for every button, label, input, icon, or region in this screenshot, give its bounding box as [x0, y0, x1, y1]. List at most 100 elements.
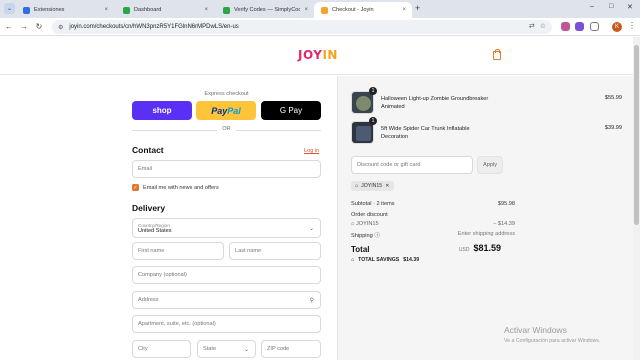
apply-button[interactable]: Apply: [477, 156, 503, 174]
remove-code-icon[interactable]: ✕: [385, 183, 389, 189]
extension-icon[interactable]: [561, 22, 570, 31]
city-field[interactable]: City: [132, 340, 191, 358]
item-name: 5ft Wide Spider Car Trunk Inflatable Dec…: [381, 126, 470, 140]
close-icon[interactable]: ×: [402, 7, 406, 13]
tab-title: Extensiones: [34, 7, 65, 13]
scrollbar-thumb[interactable]: [634, 45, 639, 225]
order-discount-row: Order discount: [351, 212, 503, 218]
total-savings: ⌂ TOTAL SAVINGS $14.39: [351, 257, 419, 263]
extensions-puzzle-icon[interactable]: [590, 22, 599, 31]
translate-icon[interactable]: ⇄: [529, 22, 535, 30]
express-checkout-label: Express checkout: [204, 91, 249, 97]
address-bar[interactable]: ⚙ joyin.com/checkouts/cn/hWN3pnzR5Y1FGln…: [52, 20, 552, 34]
logo-part2: IN: [322, 48, 338, 62]
address-field[interactable]: Address ⚲: [132, 291, 321, 309]
logo-part1: JOY: [298, 48, 323, 62]
login-link[interactable]: Log in: [304, 148, 319, 154]
help-icon[interactable]: ⓘ: [374, 233, 380, 239]
close-icon[interactable]: ×: [104, 7, 108, 13]
delivery-heading: Delivery: [132, 203, 166, 213]
subtotal-label: Subtotal · 2 items: [351, 201, 395, 207]
minimize-button[interactable]: –: [590, 3, 594, 10]
shipping-label: Shipping: [351, 233, 373, 239]
order-summary: 1 Halloween Light-up Zombie Groundbreake…: [337, 76, 633, 360]
shop-pay-button[interactable]: shop: [132, 101, 192, 120]
site-header: JOYIN: [0, 37, 633, 75]
tab-search-icon[interactable]: ⌄: [4, 3, 15, 14]
tag-icon: ⌂: [355, 183, 359, 189]
tab-checkout-joyin[interactable]: Checkout - Joyin ×: [314, 2, 412, 18]
simplycodes-icon: [223, 6, 230, 14]
quantity-badge: 1: [369, 87, 377, 95]
subtotal-value: $95.98: [497, 201, 515, 207]
discount-value: – $14.39: [493, 221, 515, 227]
tab-verify-codes[interactable]: Verify Codes — SimplyCodes ×: [216, 2, 314, 18]
browser-menu-icon[interactable]: ⋮: [628, 21, 636, 30]
tab-dashboard[interactable]: Dashboard ×: [116, 2, 214, 18]
email-field[interactable]: Email: [132, 160, 321, 178]
line-item: 1 5ft Wide Spider Car Trunk Inflatable D…: [351, 117, 636, 145]
watermark-title: Activar Windows: [504, 325, 567, 335]
company-field[interactable]: Company (optional): [132, 266, 321, 284]
browser-toolbar: ← → ↻ ⚙ joyin.com/checkouts/cn/hWN3pnzR5…: [0, 18, 640, 36]
profile-avatar[interactable]: K: [612, 22, 622, 32]
close-icon[interactable]: ×: [304, 7, 308, 13]
paypal-pal: Pal: [227, 105, 241, 116]
back-button[interactable]: ←: [3, 21, 15, 33]
zip-field[interactable]: ZIP code: [261, 340, 321, 358]
country-select[interactable]: Country/Region United States ⌄: [132, 218, 321, 238]
currency-code: USD: [458, 247, 470, 253]
address-placeholder: Address: [138, 297, 159, 303]
maximize-button[interactable]: □: [609, 3, 613, 10]
discount-code-input[interactable]: Discount code or gift card: [351, 156, 473, 174]
close-window-button[interactable]: ✕: [627, 3, 633, 11]
site-info-icon[interactable]: ⚙: [58, 24, 63, 31]
total-amount: USD $81.59: [459, 243, 501, 253]
subtotal-row: Subtotal · 2 items $95.98: [351, 201, 515, 207]
paypal-pay: Pay: [211, 105, 228, 116]
new-tab-button[interactable]: +: [415, 3, 420, 14]
news-checkbox[interactable]: ✓: [132, 184, 139, 191]
discount-code-row: ⌂ JOYIN15 – $14.39: [351, 221, 515, 227]
savings-value: $14.39: [403, 257, 420, 263]
news-checkbox-row[interactable]: ✓ Email me with news and offers: [132, 184, 219, 191]
last-name-field[interactable]: Last name: [229, 242, 321, 260]
tab-extensiones[interactable]: Extensiones ×: [16, 2, 114, 18]
item-price: $55.99: [604, 95, 622, 101]
total-value: $81.59: [473, 243, 501, 253]
applied-code-chip: ⌂ JOYIN15 ✕: [351, 181, 394, 191]
paypal-button[interactable]: Pay Pal: [196, 101, 256, 120]
applied-code-text: JOYIN15: [361, 183, 383, 189]
joyin-logo[interactable]: JOYIN: [298, 48, 338, 62]
windows-activation-watermark: Activar Windows Ve a Configuración para …: [504, 325, 600, 344]
divider-line: [236, 130, 321, 131]
chevron-down-icon: ⌄: [243, 346, 249, 353]
extension-icon[interactable]: [575, 22, 584, 31]
chevron-down-icon: ⌄: [308, 225, 314, 232]
discount-code-text: JOYIN15: [355, 221, 379, 227]
reload-button[interactable]: ↻: [33, 21, 45, 33]
or-divider: OR: [132, 126, 321, 134]
tab-title: Verify Codes — SimplyCodes: [234, 7, 301, 13]
puzzle-icon: [23, 6, 30, 14]
shipping-value: Enter shipping address: [457, 231, 515, 237]
close-icon[interactable]: ×: [204, 7, 208, 13]
page-scrollbar[interactable]: [633, 37, 640, 360]
bookmark-star-icon[interactable]: ☆: [540, 22, 546, 30]
watermark-subtitle: Ve a Configuración para activar Windows.: [504, 338, 601, 344]
tag-icon: ⌂: [351, 221, 355, 227]
url-text: joyin.com/checkouts/cn/hWN3pnzR5Y1FGlnN6…: [69, 24, 239, 30]
google-pay-button[interactable]: G Pay: [261, 101, 321, 120]
shopping-bag-icon[interactable]: [493, 49, 501, 60]
simplycodes-icon: [123, 6, 130, 14]
forward-button[interactable]: →: [18, 21, 30, 33]
contact-heading: Contact: [132, 145, 164, 155]
tag-icon: ⌂: [351, 257, 355, 263]
shipping-row: Shipping ⓘ Enter shipping address: [351, 231, 515, 239]
item-price: $39.99: [604, 125, 622, 131]
total-label: Total: [351, 245, 370, 254]
state-select[interactable]: State ⌄: [197, 340, 256, 358]
tab-title: Dashboard: [134, 7, 162, 13]
apartment-field[interactable]: Apartment, suite, etc. (optional): [132, 315, 321, 333]
first-name-field[interactable]: First name: [132, 242, 224, 260]
